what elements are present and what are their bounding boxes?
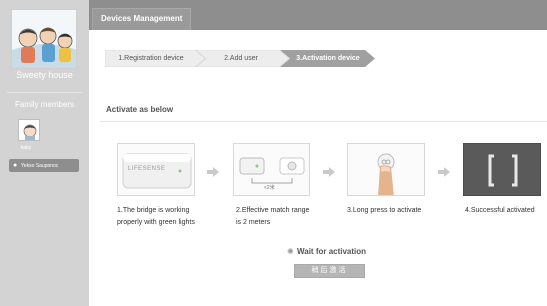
bridge-card: LIFESENSE — [117, 143, 195, 196]
wait-status: ✺ Wait for activation — [287, 247, 366, 256]
caption-step-1-line2: properly with green lights — [117, 219, 195, 226]
caption-step-3: 3.Long press to activate — [347, 205, 421, 217]
caption-step-4-line1: 4.Successful activated — [465, 207, 535, 214]
long-press-card — [347, 143, 425, 196]
child-face-icon — [19, 120, 39, 140]
caption-step-3-line1: 3.Long press to activate — [347, 207, 422, 214]
caption-step-2-line2: is 2 meters — [236, 219, 271, 226]
caption-step-1-line1: 1.The bridge is working — [117, 207, 190, 214]
step-arrow-3-icon — [438, 164, 450, 177]
activate-later-button[interactable]: 稍后激活 — [294, 264, 365, 278]
sidebar-divider — [7, 92, 82, 93]
family-avatar[interactable] — [11, 9, 77, 69]
step-arrow-1-icon — [207, 164, 219, 177]
bridge-brand-label: LIFESENSE — [128, 166, 166, 172]
step-add-user: 2.Add user — [224, 55, 258, 62]
family-illustration-icon — [12, 10, 76, 68]
caption-step-1: 1.The bridge is working properly with gr… — [117, 205, 195, 229]
top-header: Devices Management — [89, 0, 547, 30]
caption-step-2: 2.Effective match range is 2 meters — [236, 205, 309, 229]
member-avatar[interactable] — [18, 119, 40, 141]
content-divider — [100, 121, 547, 122]
loading-spinner-icon: ✺ — [287, 247, 294, 256]
success-card — [463, 143, 541, 196]
caption-step-4: 4.Successful activated — [465, 205, 535, 217]
house-name: Sweety house — [16, 70, 73, 80]
finger-press-icon — [348, 144, 424, 195]
activate-title: Activate as below — [106, 105, 174, 114]
range-card: <2米 — [233, 143, 310, 196]
step-registration-device: 1.Registration device — [118, 55, 184, 62]
sidebar: Sweety house Family members baby ● Yekso … — [0, 0, 89, 306]
user-chip-label: Yekso Sauponoc — [21, 163, 59, 169]
tab-devices-management[interactable]: Devices Management — [92, 8, 192, 30]
step-breadcrumb: 1.Registration device 2.Add user 3.Activ… — [105, 50, 375, 67]
caption-step-2-line1: 2.Effective match range — [236, 207, 310, 214]
family-members-title: Family members — [14, 100, 75, 109]
wait-status-text: Wait for activation — [297, 247, 367, 256]
range-label: <2米 — [264, 185, 275, 191]
current-user-chip[interactable]: ● Yekso Sauponoc — [9, 159, 79, 172]
step-activation-device: 3.Activation device — [296, 55, 360, 62]
user-icon: ● — [13, 162, 18, 169]
activated-display-icon — [464, 144, 540, 195]
member-name: baby — [20, 145, 32, 151]
step-arrow-2-icon — [323, 164, 335, 177]
